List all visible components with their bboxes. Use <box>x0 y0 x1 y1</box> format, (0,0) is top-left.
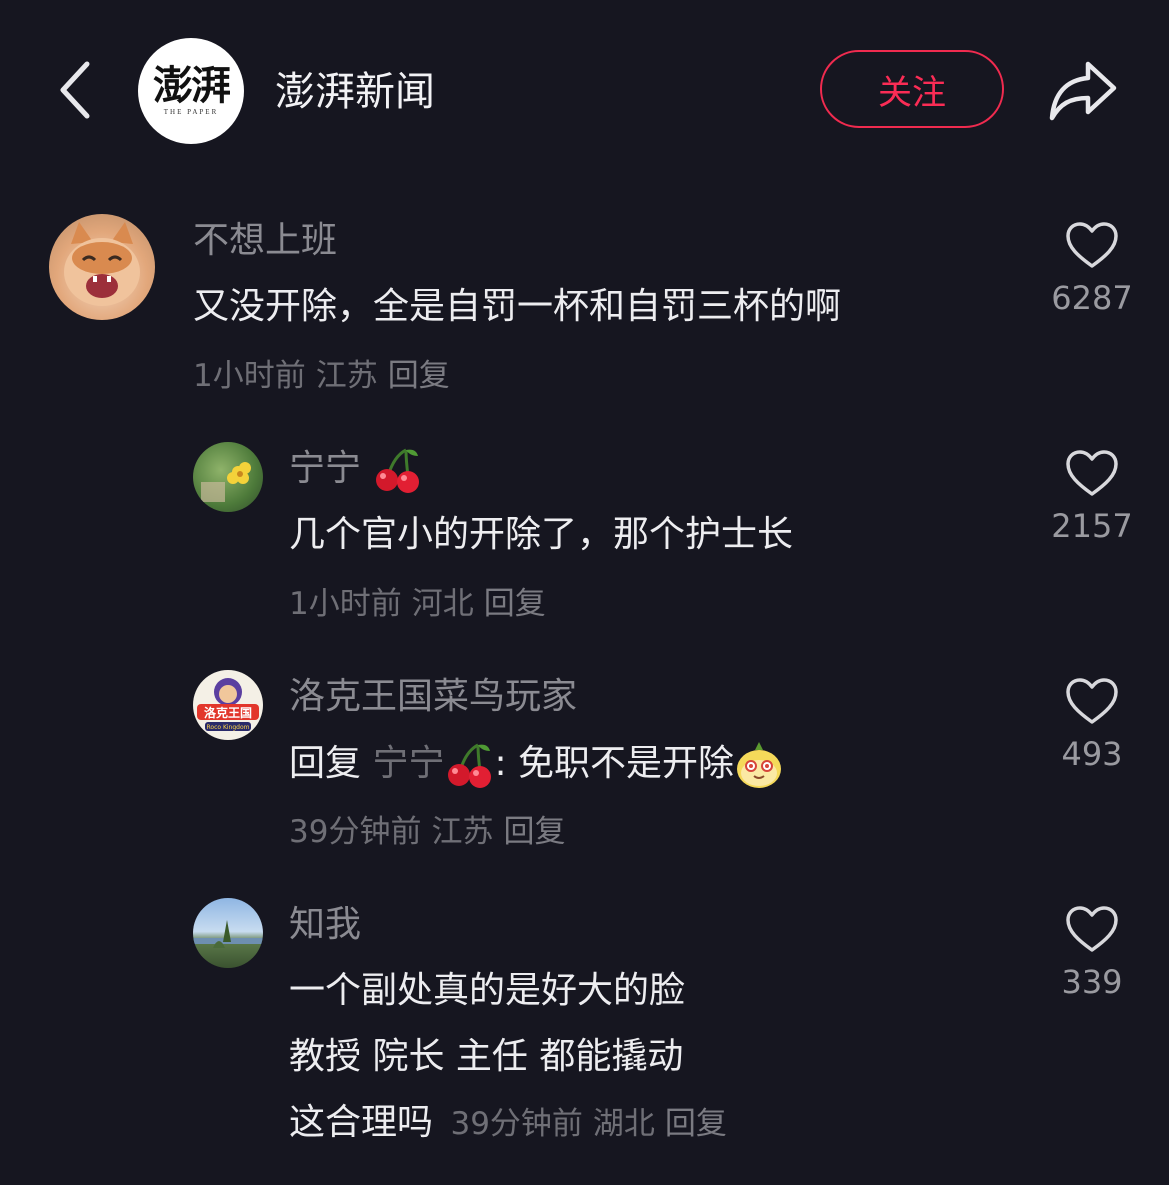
avatar[interactable] <box>49 214 155 320</box>
like-button[interactable]: 339 <box>1037 904 1147 1002</box>
channel-name[interactable]: 澎湃新闻 <box>275 66 435 118</box>
like-button[interactable]: 6287 <box>1037 220 1147 318</box>
landscape-icon <box>193 920 263 948</box>
comment-text-last: 这合理吗 <box>289 1102 434 1143</box>
comment-text-line: 一个副处真的是好大的脸 <box>289 970 686 1011</box>
comment-username[interactable]: 不想上班 <box>193 218 337 264</box>
like-count: 6287 <box>1051 279 1133 317</box>
comment-location: 江苏 <box>315 358 378 394</box>
avatar[interactable]: 洛克王国 Roco Kingdom <box>193 670 263 740</box>
comment-username[interactable]: 洛克王国菜鸟玩家 <box>289 674 577 720</box>
avatar[interactable] <box>193 442 263 512</box>
reply-button[interactable]: 回复 <box>665 1106 727 1142</box>
heart-outline-icon <box>1066 906 1118 952</box>
reply-button[interactable]: 回复 <box>388 358 450 394</box>
comment-meta: 1小时前 江苏 回复 <box>193 356 460 396</box>
game-logo-icon: 洛克王国 Roco Kingdom <box>197 678 259 731</box>
reply-button[interactable]: 回复 <box>503 814 565 850</box>
comment-text: 又没开除，全是自罚一杯和自罚三杯的啊 <box>193 286 842 327</box>
back-button[interactable] <box>50 55 100 125</box>
comment-location: 河北 <box>411 586 474 622</box>
comment-time: 39分钟前 <box>450 1106 583 1142</box>
avatar-text: 洛克王国 <box>204 705 252 720</box>
face-emoji <box>737 742 782 788</box>
logo-text: 澎湃 <box>153 62 231 109</box>
comment-time: 39分钟前 <box>289 814 422 850</box>
logo-subtext: THE PAPER <box>163 108 219 116</box>
comment-meta: 1小时前 河北 回复 <box>289 584 556 624</box>
comment-page: 澎湃 THE PAPER 澎湃新闻 关注 不想上班 又没开除，全是自罚一杯和自罚… <box>0 0 1169 1185</box>
comment-meta: 39分钟前 湖北 回复 <box>450 1106 736 1142</box>
comment-meta: 39分钟前 江苏 回复 <box>289 812 575 852</box>
avatar[interactable] <box>193 898 263 968</box>
comment-text-line: 教授 院长 主任 都能撬动 <box>289 1036 684 1077</box>
comment-text-line: 这合理吗 39分钟前 湖北 回复 <box>289 1100 737 1146</box>
cherry-emoji <box>448 743 492 788</box>
comment-location: 江苏 <box>431 814 494 850</box>
comment-time: 1小时前 <box>289 586 402 622</box>
cherry-emoji <box>376 448 420 493</box>
follow-button[interactable]: 关注 <box>820 50 1004 128</box>
reply-to-username[interactable]: 宁宁 <box>372 743 444 784</box>
comment-time: 1小时前 <box>193 358 306 394</box>
like-button[interactable]: 2157 <box>1037 448 1147 546</box>
heart-outline-icon <box>1066 222 1118 268</box>
heart-outline-icon <box>1066 678 1118 724</box>
share-button[interactable] <box>1045 55 1121 125</box>
comment-location: 湖北 <box>592 1106 655 1142</box>
like-count: 493 <box>1061 735 1123 773</box>
comment-text: 几个官小的开除了，那个护士长 <box>289 514 794 555</box>
like-button[interactable]: 493 <box>1037 676 1147 774</box>
reply-button[interactable]: 回复 <box>484 586 546 622</box>
reply-prefix: 回复 <box>289 743 362 784</box>
like-count: 2157 <box>1051 507 1133 545</box>
comment-username[interactable]: 知我 <box>289 902 361 948</box>
comment-text: 回复 宁宁 : 免职不是开除 <box>289 740 784 790</box>
flower-icon <box>201 462 251 502</box>
chevron-left-icon <box>60 61 90 119</box>
comment-username[interactable]: 宁宁 <box>289 446 422 494</box>
heart-outline-icon <box>1066 450 1118 496</box>
reply-text: : 免职不是开除 <box>494 743 735 784</box>
avatar-subtext: Roco Kingdom <box>207 724 250 731</box>
share-arrow-icon <box>1049 61 1117 121</box>
top-bar: 澎湃 THE PAPER 澎湃新闻 关注 <box>0 0 1169 180</box>
like-count: 339 <box>1061 963 1123 1001</box>
username-text: 宁宁 <box>289 448 362 489</box>
cat-face-icon <box>64 222 140 306</box>
channel-logo[interactable]: 澎湃 THE PAPER <box>138 38 244 144</box>
